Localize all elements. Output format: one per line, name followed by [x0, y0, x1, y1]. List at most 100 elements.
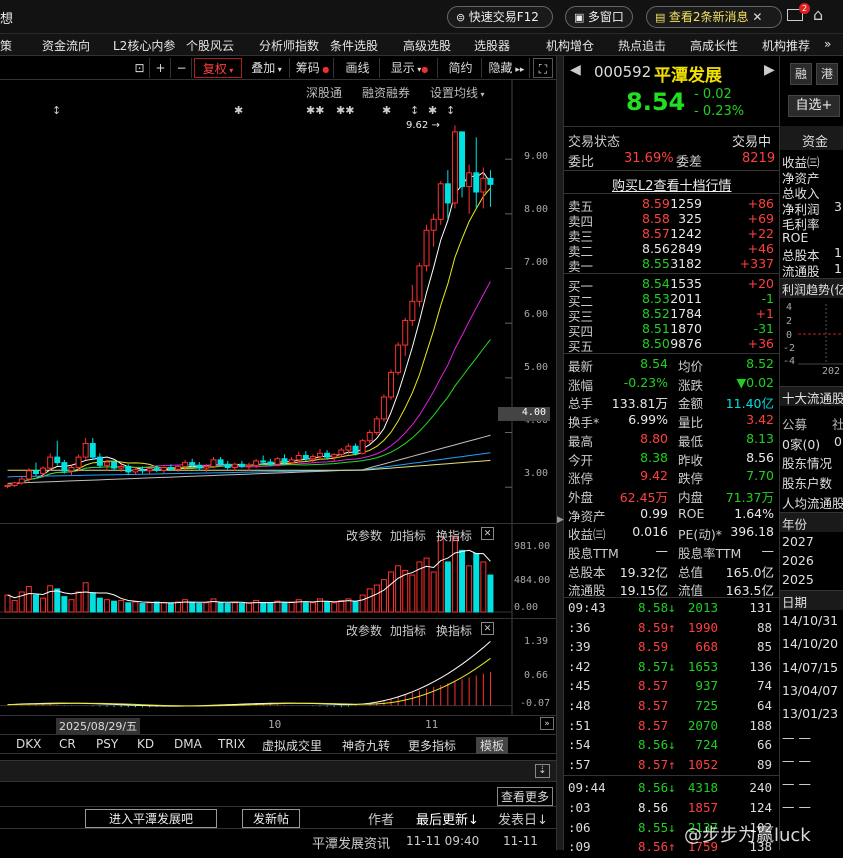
- zoom-in-icon[interactable]: +: [151, 58, 171, 78]
- date-row[interactable]: 13/01/23: [782, 706, 838, 721]
- indicator-tab[interactable]: 更多指标: [408, 737, 456, 754]
- date-row[interactable]: — —: [782, 799, 811, 814]
- menu-item[interactable]: 高成长性: [690, 37, 738, 54]
- event-marker[interactable]: ✱✱: [306, 104, 324, 117]
- prev-stock-icon[interactable]: ◀: [570, 62, 581, 78]
- date-row[interactable]: — —: [782, 753, 811, 768]
- event-marker[interactable]: ↕: [410, 104, 419, 117]
- vol-add-indicator[interactable]: 加指标: [390, 527, 426, 544]
- bid-row[interactable]: 买一 8.54 1535 +20: [566, 276, 776, 294]
- ask-row[interactable]: 卖五 8.59 1259 +86: [566, 196, 776, 214]
- ask-row[interactable]: 卖二 8.56 2849 +46: [566, 241, 776, 259]
- add-watchlist-button[interactable]: 自选+: [788, 95, 840, 117]
- avg-float-shares[interactable]: 人均流通股: [782, 493, 843, 512]
- simple-button[interactable]: 简约: [440, 58, 482, 78]
- collapse-icon[interactable]: ⇣: [535, 764, 550, 778]
- post-date-column[interactable]: 发表日↓: [498, 809, 548, 828]
- close-icon[interactable]: ✕: [481, 527, 494, 540]
- macd-param-button[interactable]: 改参数: [346, 622, 382, 639]
- finance-item[interactable]: ROE: [782, 230, 808, 245]
- multi-window-button[interactable]: ▣ 多窗口: [565, 6, 633, 28]
- bid-row[interactable]: 买二 8.53 2011 -1: [566, 291, 776, 309]
- event-marker[interactable]: ↕: [52, 104, 61, 117]
- last-update-column[interactable]: 最后更新↓: [416, 809, 479, 828]
- bid-row[interactable]: 买四 8.51 1870 -31: [566, 321, 776, 339]
- close-icon[interactable]: ✕: [749, 10, 762, 24]
- indicator-tab[interactable]: TRIX: [218, 737, 245, 751]
- funds-tab[interactable]: 资金: [802, 131, 828, 150]
- menu-item[interactable]: 高级选股: [403, 37, 451, 54]
- menu-item[interactable]: 机构推荐: [762, 37, 810, 54]
- chip-button[interactable]: 筹码 ●: [292, 58, 334, 78]
- menu-item[interactable]: 热点追击: [618, 37, 666, 54]
- event-marker[interactable]: ✱: [382, 104, 391, 117]
- vol-switch-indicator[interactable]: 换指标: [436, 527, 472, 544]
- enter-bar-button[interactable]: 进入平潭发展吧: [85, 809, 217, 828]
- fullscreen-icon[interactable]: ⛶: [533, 58, 553, 78]
- scroll-right-icon[interactable]: »: [540, 717, 554, 730]
- panel-splitter[interactable]: [556, 56, 564, 850]
- margin-button[interactable]: 融: [790, 63, 812, 85]
- menu-item[interactable]: L2核心内参: [113, 37, 175, 54]
- indicator-tab[interactable]: DMA: [174, 737, 202, 751]
- overlay-button[interactable]: 叠加 ▾: [244, 58, 290, 78]
- shengutong-tag[interactable]: 深股通: [306, 84, 342, 101]
- indicator-tab[interactable]: 虚拟成交里: [262, 737, 322, 754]
- next-stock-icon[interactable]: ▶: [764, 62, 775, 78]
- top10-title[interactable]: 十大流通股: [782, 388, 843, 407]
- draw-line-button[interactable]: 画线: [336, 58, 380, 78]
- bid-row[interactable]: 买三 8.52 1784 +1: [566, 306, 776, 324]
- ask-row[interactable]: 卖三 8.57 1242 +22: [566, 226, 776, 244]
- date-row[interactable]: 14/07/15: [782, 660, 838, 675]
- date-row[interactable]: 14/10/31: [782, 613, 838, 628]
- date-row[interactable]: — —: [782, 730, 811, 745]
- kline-chart[interactable]: [0, 80, 556, 720]
- more-news-button[interactable]: 查看更多: [497, 787, 554, 806]
- vol-param-button[interactable]: 改参数: [346, 527, 382, 544]
- rongzi-tag[interactable]: 融资融券: [362, 84, 410, 101]
- event-marker[interactable]: ✱✱: [336, 104, 354, 117]
- hide-button[interactable]: 隐藏 ▸▸: [484, 58, 530, 78]
- date-row[interactable]: 14/10/20: [782, 636, 838, 651]
- event-marker[interactable]: ✱: [428, 104, 437, 117]
- new-post-button[interactable]: 发新帖: [242, 809, 300, 828]
- home-icon[interactable]: ⌂: [813, 5, 823, 24]
- indicator-tab[interactable]: KD: [137, 737, 154, 751]
- bid-row[interactable]: 买五 8.50 9876 +36: [566, 336, 776, 354]
- menu-item[interactable]: 条件选股: [330, 37, 378, 54]
- ask-row[interactable]: 卖四 8.58 325 +69: [566, 211, 776, 229]
- menu-item[interactable]: 策: [0, 37, 12, 54]
- date-row[interactable]: — —: [782, 776, 811, 791]
- event-marker[interactable]: ✱: [234, 104, 243, 117]
- news-item-title[interactable]: 平潭发展资讯: [312, 833, 390, 852]
- macd-add-indicator[interactable]: 加指标: [390, 622, 426, 639]
- hk-connect-button[interactable]: 港: [816, 63, 838, 85]
- fuquan-button[interactable]: 复权 ▾: [194, 58, 242, 78]
- splitter-arrow-icon[interactable]: ▶: [557, 515, 564, 525]
- finance-item[interactable]: 流通股: [782, 261, 820, 280]
- news-button[interactable]: ▤ 查看2条新消息 ✕: [646, 6, 782, 28]
- profit-trend-title[interactable]: 利润趋势(亿: [782, 281, 843, 298]
- menu-more-icon[interactable]: »: [824, 37, 831, 51]
- event-marker[interactable]: ↕: [446, 104, 455, 117]
- l2-link[interactable]: 购买L2查看十档行情: [612, 175, 732, 194]
- macd-switch-indicator[interactable]: 换指标: [436, 622, 472, 639]
- indicator-tab[interactable]: DKX: [16, 737, 41, 751]
- shareholder-count[interactable]: 股东户数: [782, 473, 832, 492]
- ma-settings[interactable]: 设置均线 ▾: [430, 84, 485, 101]
- menu-item[interactable]: 机构增仓: [546, 37, 594, 54]
- menu-item[interactable]: 选股器: [474, 37, 510, 54]
- quick-trade-button[interactable]: ⊜ 快速交易F12: [447, 6, 553, 28]
- indicator-tab[interactable]: PSY: [96, 737, 118, 751]
- lock-icon[interactable]: ⊡: [130, 58, 150, 78]
- indicator-tab[interactable]: 神奇九转: [342, 737, 390, 754]
- menu-item[interactable]: 个股风云: [186, 37, 234, 54]
- zoom-out-icon[interactable]: −: [172, 58, 192, 78]
- template-tab[interactable]: 模板: [476, 737, 509, 754]
- author-column[interactable]: 作者: [368, 809, 394, 828]
- display-button[interactable]: 显示 ▾●: [382, 58, 438, 78]
- menu-item[interactable]: 资金流向: [42, 37, 90, 54]
- date-row[interactable]: 13/04/07: [782, 683, 838, 698]
- ask-row[interactable]: 卖一 8.55 3182 +337: [566, 256, 776, 274]
- close-icon[interactable]: ✕: [481, 622, 494, 635]
